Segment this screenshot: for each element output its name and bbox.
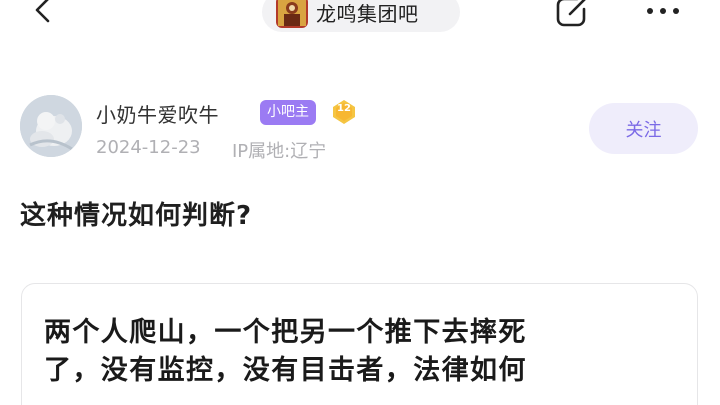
more-button[interactable]	[643, 0, 683, 26]
chevron-left-icon	[35, 0, 50, 23]
post-date: 2024-12-23	[96, 137, 201, 158]
more-icon	[647, 8, 679, 14]
post-body-line: 了，没有监控，没有目击者，法律如何	[44, 355, 527, 386]
post-title: 这种情况如何判断?	[20, 201, 253, 231]
forum-entry[interactable]: 龙鸣集团吧	[262, 0, 460, 32]
post-body-line: 两个人爬山，一个把另一个推下去摔死	[44, 317, 527, 348]
author-name[interactable]: 小奶牛爱吹牛	[96, 99, 219, 128]
post-content-card: 两个人爬山，一个把另一个推下去摔死 了，没有监控，没有目击者，法律如何	[21, 283, 698, 405]
forum-avatar	[276, 0, 308, 28]
back-button[interactable]	[26, 0, 60, 28]
forum-name: 龙鸣集团吧	[316, 1, 419, 26]
post-page: 龙鸣集团吧 小奶牛爱吹牛 小吧主 12 2024-12-23 IP属地:辽宁 关…	[0, 0, 720, 405]
top-nav: 龙鸣集团吧	[0, 0, 720, 34]
role-badge: 小吧主	[260, 100, 316, 125]
edit-button[interactable]	[553, 0, 593, 30]
ip-location: IP属地:辽宁	[232, 141, 327, 162]
edit-icon	[556, 0, 586, 27]
follow-button[interactable]: 关注	[589, 103, 698, 154]
level-number: 12	[337, 103, 351, 114]
author-avatar[interactable]	[20, 95, 82, 157]
